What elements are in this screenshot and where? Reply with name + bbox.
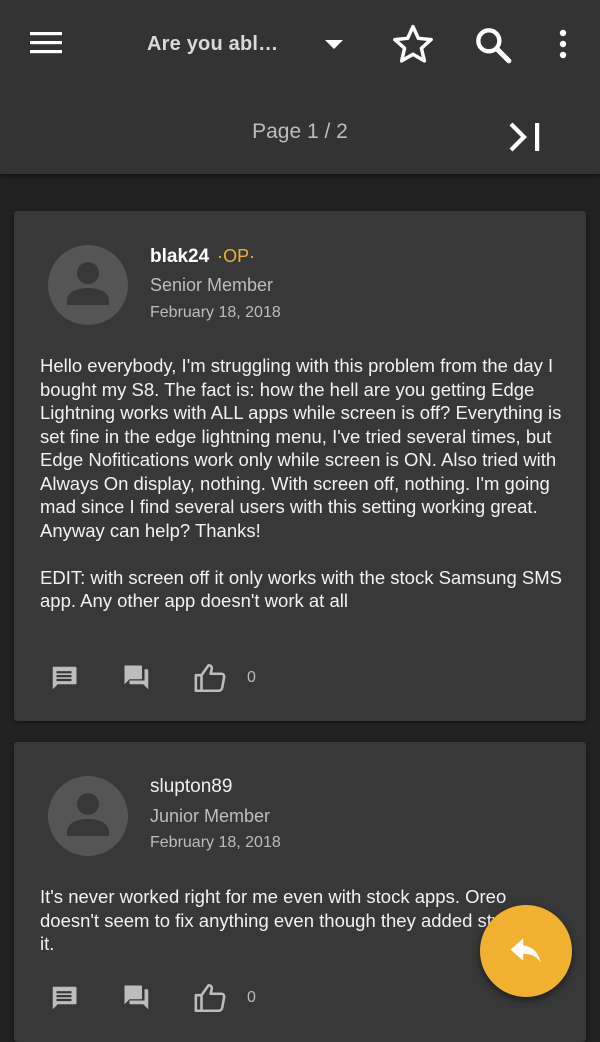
post-card: slupton89 Junior Member February 18, 201… bbox=[14, 742, 586, 1042]
op-badge: ·OP· bbox=[217, 246, 256, 266]
app-bar: Are you abl… Page 1 / 2 bbox=[0, 0, 600, 174]
username-text[interactable]: blak24 bbox=[150, 246, 209, 267]
post-body: Hello everybody, I'm struggling with thi… bbox=[40, 355, 562, 611]
menu-icon[interactable] bbox=[30, 30, 64, 56]
like-icon[interactable] bbox=[192, 661, 228, 695]
dropdown-icon[interactable] bbox=[324, 39, 344, 51]
multi-quote-icon[interactable] bbox=[121, 983, 153, 1013]
star-icon[interactable] bbox=[390, 22, 436, 66]
user-role: Junior Member bbox=[150, 806, 271, 826]
user-role: Senior Member bbox=[150, 275, 274, 295]
search-icon[interactable] bbox=[473, 25, 513, 65]
thread-title[interactable]: Are you abl… bbox=[147, 33, 278, 56]
like-count: 0 bbox=[247, 669, 256, 686]
post-date: February 18, 2018 bbox=[150, 834, 281, 851]
username[interactable]: slupton89 bbox=[150, 776, 232, 798]
reply-icon bbox=[510, 938, 541, 963]
quote-icon[interactable] bbox=[48, 663, 80, 693]
like-icon[interactable] bbox=[192, 981, 228, 1015]
like-count: 0 bbox=[247, 989, 256, 1006]
avatar[interactable] bbox=[48, 245, 128, 325]
avatar[interactable] bbox=[48, 776, 128, 856]
reply-button[interactable] bbox=[480, 905, 572, 997]
quote-icon[interactable] bbox=[48, 983, 80, 1013]
more-vert-icon[interactable] bbox=[556, 28, 570, 60]
last-page-icon[interactable] bbox=[506, 120, 544, 154]
post-date: February 18, 2018 bbox=[150, 304, 281, 321]
username[interactable]: blak24 ·OP· bbox=[150, 246, 255, 268]
multi-quote-icon[interactable] bbox=[121, 663, 153, 693]
post-card: blak24 ·OP· Senior Member February 18, 20… bbox=[14, 211, 586, 721]
